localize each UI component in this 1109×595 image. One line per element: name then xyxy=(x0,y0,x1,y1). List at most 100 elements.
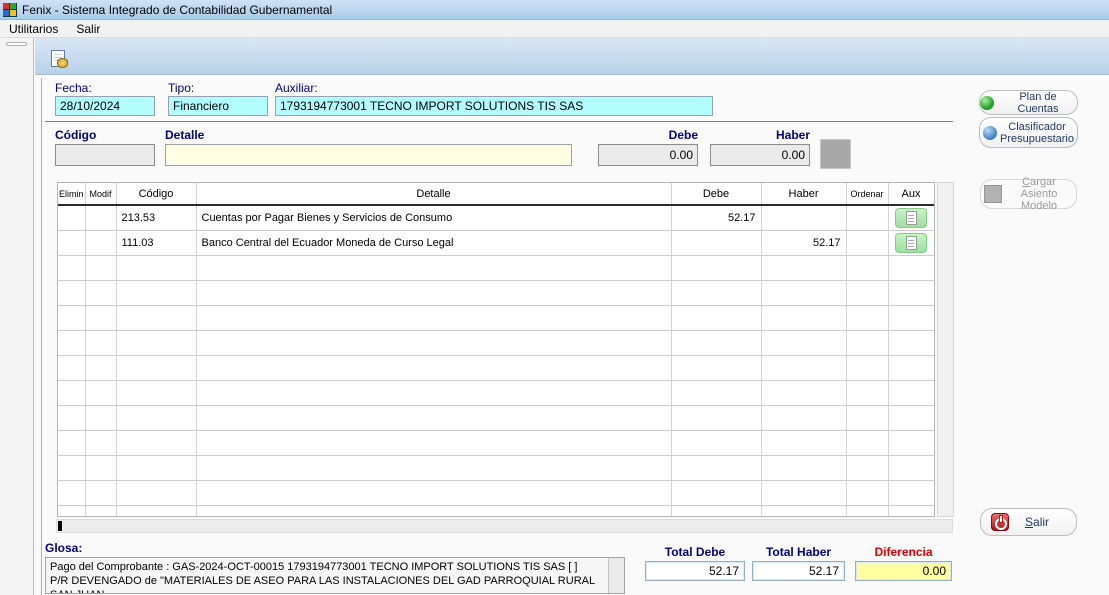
detalle-cell xyxy=(196,280,671,305)
ordenar-cell[interactable] xyxy=(846,430,888,455)
detalle-cell xyxy=(196,405,671,430)
ordenar-cell[interactable] xyxy=(846,355,888,380)
table-row[interactable] xyxy=(58,330,934,355)
debe-cell xyxy=(671,355,761,380)
ordenar-cell[interactable] xyxy=(846,405,888,430)
aux-cell xyxy=(888,280,934,305)
menu-utilitarios[interactable]: Utilitarios xyxy=(0,20,67,38)
auxiliar-input[interactable]: 1793194773001 TECNO IMPORT SOLUTIONS TIS… xyxy=(275,96,713,116)
entry-action-button[interactable] xyxy=(820,139,851,169)
table-row[interactable] xyxy=(58,280,934,305)
haber-input[interactable]: 0.00 xyxy=(710,144,810,166)
detalle-cell xyxy=(196,355,671,380)
header-elimin: Elimin xyxy=(58,183,85,205)
haber-cell xyxy=(761,255,846,280)
ordenar-cell[interactable] xyxy=(846,230,888,255)
elimin-cell[interactable] xyxy=(58,455,85,480)
table-vertical-scrollbar[interactable] xyxy=(937,182,954,517)
modif-cell[interactable] xyxy=(85,380,116,405)
modif-cell[interactable] xyxy=(85,305,116,330)
debe-input[interactable]: 0.00 xyxy=(598,144,698,166)
elimin-cell[interactable] xyxy=(58,255,85,280)
table-row[interactable] xyxy=(58,505,934,517)
table-horizontal-scrollbar[interactable] xyxy=(56,519,953,533)
scrollbar-thumb[interactable] xyxy=(58,521,62,531)
table-row[interactable]: 213.53Cuentas por Pagar Bienes y Servici… xyxy=(58,205,934,230)
clasificador-presupuestario-button[interactable]: Clasificador Presupuestario xyxy=(979,117,1078,148)
panel-grip[interactable] xyxy=(6,42,27,46)
modif-cell[interactable] xyxy=(85,230,116,255)
modif-cell[interactable] xyxy=(85,505,116,517)
glosa-textarea[interactable]: Pago del Comprobante : GAS-2024-OCT-0001… xyxy=(45,557,625,594)
elimin-cell[interactable] xyxy=(58,405,85,430)
elimin-cell[interactable] xyxy=(58,355,85,380)
modif-cell[interactable] xyxy=(85,455,116,480)
aux-cell xyxy=(888,405,934,430)
fecha-input[interactable]: 28/10/2024 xyxy=(55,96,155,116)
elimin-cell[interactable] xyxy=(58,380,85,405)
elimin-cell[interactable] xyxy=(58,280,85,305)
elimin-cell[interactable] xyxy=(58,305,85,330)
menu-salir[interactable]: Salir xyxy=(67,20,109,38)
glosa-scrollbar[interactable] xyxy=(608,558,624,593)
window-title: Fenix - Sistema Integrado de Contabilida… xyxy=(22,3,332,17)
document-icon xyxy=(906,236,917,250)
ordenar-cell[interactable] xyxy=(846,455,888,480)
menu-bar: Utilitarios Salir xyxy=(0,20,1109,38)
modif-cell[interactable] xyxy=(85,405,116,430)
modif-cell[interactable] xyxy=(85,280,116,305)
glosa-label: Glosa: xyxy=(45,541,82,555)
table-row[interactable] xyxy=(58,405,934,430)
modif-cell[interactable] xyxy=(85,255,116,280)
detalle-cell: Cuentas por Pagar Bienes y Servicios de … xyxy=(196,205,671,230)
diferencia-value: 0.00 xyxy=(855,561,952,581)
debe-cell xyxy=(671,480,761,505)
ordenar-cell[interactable] xyxy=(846,480,888,505)
table-row[interactable] xyxy=(58,430,934,455)
table-row[interactable] xyxy=(58,480,934,505)
ordenar-cell[interactable] xyxy=(846,255,888,280)
aux-button[interactable] xyxy=(895,208,927,228)
modif-cell[interactable] xyxy=(85,480,116,505)
header-modif: Modif xyxy=(85,183,116,205)
glosa-line2: P/R DEVENGADO de "MATERIALES DE ASEO PAR… xyxy=(50,574,620,594)
tipo-input[interactable]: Financiero xyxy=(168,96,268,116)
ordenar-cell[interactable] xyxy=(846,305,888,330)
detalle-input[interactable] xyxy=(165,144,572,166)
codigo-cell xyxy=(116,405,196,430)
app-window: Fenix - Sistema Integrado de Contabilida… xyxy=(0,0,1109,595)
debe-cell xyxy=(671,280,761,305)
detalle-cell xyxy=(196,505,671,517)
new-voucher-button[interactable] xyxy=(46,46,70,70)
ordenar-cell[interactable] xyxy=(846,380,888,405)
table-row[interactable] xyxy=(58,380,934,405)
modif-cell[interactable] xyxy=(85,430,116,455)
haber-cell xyxy=(761,380,846,405)
modif-cell[interactable] xyxy=(85,205,116,230)
elimin-cell[interactable] xyxy=(58,330,85,355)
ordenar-cell[interactable] xyxy=(846,330,888,355)
table-row[interactable] xyxy=(58,305,934,330)
table-row[interactable] xyxy=(58,355,934,380)
elimin-cell[interactable] xyxy=(58,205,85,230)
cargar-asiento-label: Cargar Asiento Modelo xyxy=(1005,176,1073,212)
ordenar-cell[interactable] xyxy=(846,505,888,517)
total-haber-label: Total Haber xyxy=(752,545,845,559)
ordenar-cell[interactable] xyxy=(846,280,888,305)
codigo-input[interactable] xyxy=(55,144,155,166)
table-row[interactable]: 111.03Banco Central del Ecuador Moneda d… xyxy=(58,230,934,255)
elimin-cell[interactable] xyxy=(58,505,85,517)
table-row[interactable] xyxy=(58,455,934,480)
aux-button[interactable] xyxy=(895,233,927,253)
elimin-cell[interactable] xyxy=(58,480,85,505)
modif-cell[interactable] xyxy=(85,355,116,380)
elimin-cell[interactable] xyxy=(58,230,85,255)
elimin-cell[interactable] xyxy=(58,430,85,455)
salir-button[interactable]: Salir xyxy=(980,508,1077,536)
table-row[interactable] xyxy=(58,255,934,280)
plan-de-cuentas-button[interactable]: Plan de Cuentas xyxy=(979,90,1078,115)
modif-cell[interactable] xyxy=(85,330,116,355)
glosa-line1: Pago del Comprobante : GAS-2024-OCT-0001… xyxy=(50,560,620,574)
ordenar-cell[interactable] xyxy=(846,205,888,230)
debe-cell xyxy=(671,455,761,480)
